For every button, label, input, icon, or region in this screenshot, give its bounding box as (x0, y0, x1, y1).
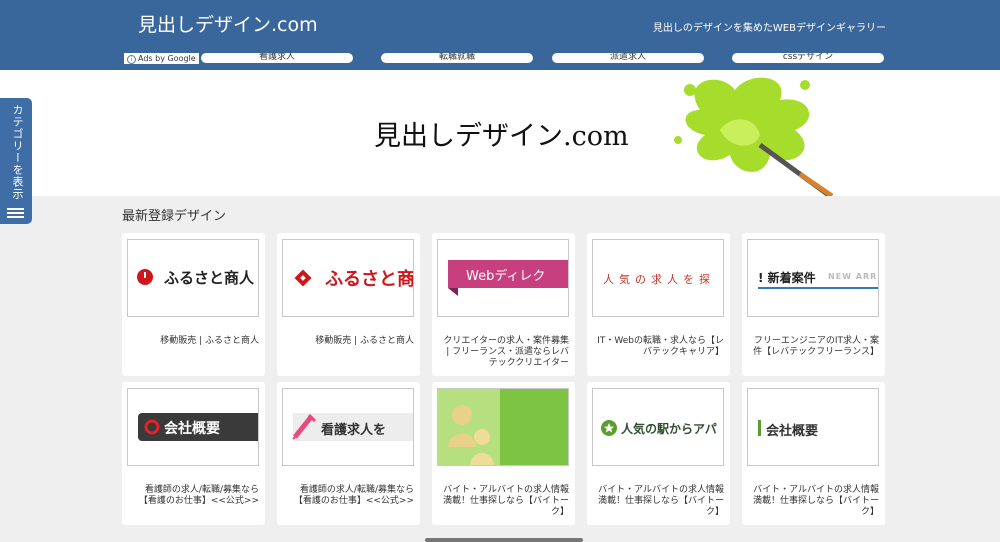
horizontal-scrollbar[interactable] (425, 538, 583, 542)
design-card[interactable]: 会社概要 看護師の求人/転職/募集なら 【看護のお仕事】<<公式>> (122, 382, 265, 525)
card-thumbnail[interactable]: 人気の駅からアパ (592, 388, 724, 466)
site-tagline: 見出しのデザインを集めたWEBデザインギャラリー (652, 23, 886, 34)
card-caption[interactable]: 看護師の求人/転職/募集なら 【看護のお仕事】<<公式>> (283, 485, 414, 507)
site-title-link[interactable]: 見出しデザイン.com (138, 10, 318, 37)
diamond-icon (294, 269, 312, 287)
design-card[interactable]: 人気の駅からアパ バイト・アルバイトの求人情報 満載！仕事探しなら【バイトー ク… (587, 382, 730, 525)
info-icon: i (127, 55, 136, 64)
card-thumbnail[interactable]: 人気の求人を探 (592, 239, 724, 317)
nav-link-nursing-jobs[interactable]: 看護求人 (201, 53, 353, 63)
accent-bar (758, 420, 761, 436)
thumb-heading-text: 人気の求人を探 (603, 273, 715, 286)
card-thumbnail[interactable]: ふるさと商 (282, 239, 414, 317)
red-circle-icon (137, 269, 153, 285)
category-toggle-button[interactable]: カテゴリーを表示 (0, 98, 32, 224)
thumb-heading-text: 会社概要 (164, 421, 220, 437)
card-caption[interactable]: 移動販売 | ふるさと商人 (128, 336, 259, 347)
thumb-heading-text: Webディレク (466, 269, 546, 284)
hamburger-menu-icon (7, 208, 24, 220)
card-caption[interactable]: バイト・アルバイトの求人情報 満載！仕事探しなら【バイトー ク】 (593, 485, 724, 518)
ribbon-fold (448, 288, 458, 296)
paint-splash-brush-icon (674, 77, 834, 196)
card-caption[interactable]: 移動販売 | ふるさと商人 (283, 336, 414, 347)
thumb-heading-text: 会社概要 (766, 424, 819, 439)
section-title: 最新登録デザイン (122, 209, 227, 224)
card-caption[interactable]: バイト・アルバイトの求人情報 満載！仕事探しなら【バイトー ク】 (748, 485, 879, 518)
design-card[interactable]: 人気の求人を探 IT・Webの転職・求人なら【レ バテックキャリア】 (587, 233, 730, 376)
hero-title: 見出しデザイン.com (374, 121, 629, 152)
thumb-heading-text: 人気の駅からアパ (621, 422, 717, 436)
ads-by-google[interactable]: i Ads by Google (124, 53, 199, 64)
thumb-heading-text: ふるさと商人 (164, 269, 255, 287)
design-card[interactable]: バイト・アルバイトの求人情報 満載！仕事探しなら【バイトー ク】 (432, 382, 575, 525)
thumb-subtext: NEW ARRI (828, 272, 879, 281)
ads-label: Ads by Google (138, 54, 196, 63)
card-thumbnail[interactable]: 看護求人を (282, 388, 414, 466)
design-card[interactable]: ふるさと商人 移動販売 | ふるさと商人 (122, 233, 265, 376)
design-card-grid: ふるさと商人 移動販売 | ふるさと商人 ふるさと商 移動販売 | ふるさと商人… (122, 233, 887, 525)
ring-icon (144, 419, 160, 435)
design-card[interactable]: ! 新着案件 NEW ARRI フリーエンジニアのIT求人・案 件【レバテックフ… (742, 233, 885, 376)
design-card[interactable]: 会社概要 バイト・アルバイトの求人情報 満載！仕事探しなら【バイトー ク】 (742, 382, 885, 525)
card-thumbnail[interactable]: ! 新着案件 NEW ARRI (747, 239, 879, 317)
design-card[interactable]: 看護求人を 看護師の求人/転職/募集なら 【看護のお仕事】<<公式>> (277, 382, 420, 525)
category-toggle-label: カテゴリーを表示 (11, 104, 24, 200)
design-card[interactable]: Webディレク クリエイターの求人・案件募集 | フリーランス・派遣ならレバ テ… (432, 233, 575, 376)
thumb-heading-text: ふるさと商 (325, 269, 414, 290)
card-caption[interactable]: IT・Webの転職・求人なら【レ バテックキャリア】 (593, 336, 724, 358)
star-badge-icon (601, 420, 617, 436)
design-card[interactable]: ふるさと商 移動販売 | ふるさと商人 (277, 233, 420, 376)
nav-link-temp-jobs[interactable]: 派遣求人 (552, 53, 704, 63)
card-thumbnail[interactable]: Webディレク (437, 239, 569, 317)
card-thumbnail[interactable]: ふるさと商人 (127, 239, 259, 317)
nav-link-career-change[interactable]: 転職就職 (381, 53, 533, 63)
thumb-heading-text: 看護求人を (321, 423, 387, 438)
syringe-icon (292, 413, 317, 440)
hero-banner: 見出しデザイン.com (0, 70, 1000, 196)
nav-link-css-design[interactable]: cssデザイン (732, 53, 884, 63)
card-thumbnail[interactable]: 会社概要 (747, 388, 879, 466)
card-thumbnail[interactable] (437, 388, 569, 466)
card-caption[interactable]: 看護師の求人/転職/募集なら 【看護のお仕事】<<公式>> (128, 485, 259, 507)
card-thumbnail[interactable]: 会社概要 (127, 388, 259, 466)
card-caption[interactable]: クリエイターの求人・案件募集 | フリーランス・派遣ならレバ テッククリエイター (438, 336, 569, 369)
card-caption[interactable]: フリーエンジニアのIT求人・案 件【レバテックフリーランス】 (748, 336, 879, 358)
underline-rule (758, 287, 878, 289)
thumb-heading-text: ! 新着案件 (758, 271, 816, 285)
card-caption[interactable]: バイト・アルバイトの求人情報 満載！仕事探しなら【バイトー ク】 (438, 485, 569, 518)
people-illustration-icon (448, 405, 494, 465)
site-header: 見出しデザイン.com 見出しのデザインを集めたWEBデザインギャラリー i Ad… (0, 0, 1000, 70)
